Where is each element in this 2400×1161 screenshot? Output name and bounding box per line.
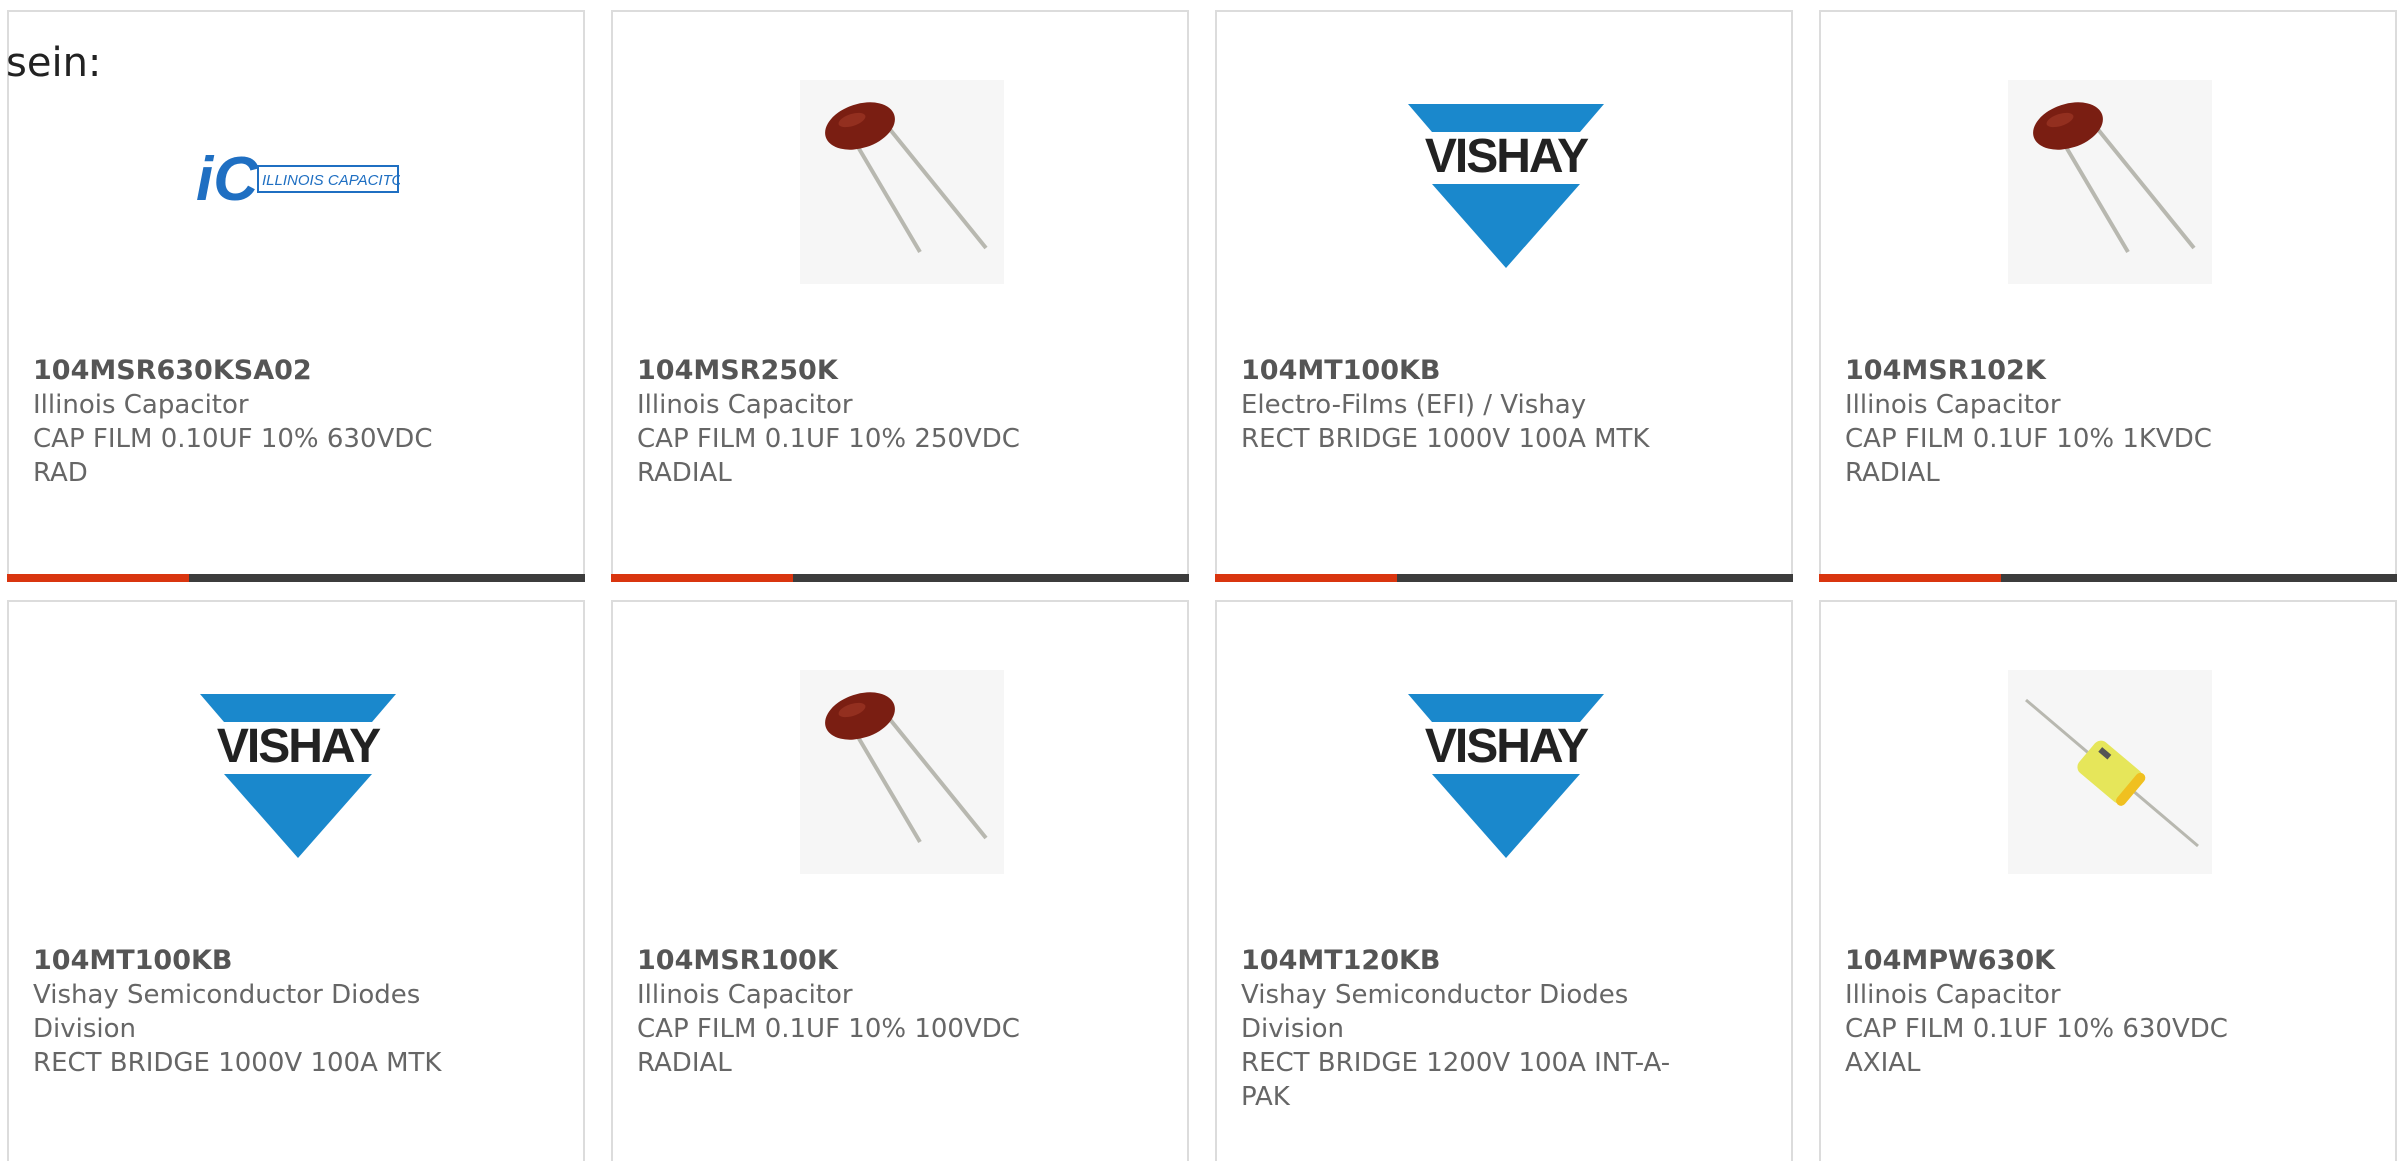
product-description: RECT BRIDGE 1200V 100A INT-A-PAK [1241,1048,1671,1112]
radial-capacitor-image [800,670,1004,874]
product-grid-page: sein: iC ILLINOIS CAPACITOR, INC. 104MSR… [0,0,2400,1161]
axial-capacitor-image [2008,670,2212,874]
product-description: CAP FILM 0.1UF 10% 250VDC RADIAL [637,424,1020,488]
part-number-link[interactable]: 104MSR100K [637,945,838,976]
product-card[interactable]: 104MSR250K Illinois Capacitor CAP FILM 0… [611,10,1189,582]
manufacturer-label: Electro-Films (EFI) / Vishay [1241,390,1587,420]
card-bottom-bar [7,574,585,582]
part-number-link[interactable]: 104MT120KB [1241,945,1441,976]
vishay-logo: VISHAY [1404,670,1608,874]
vishay-logo: VISHAY [1404,80,1608,284]
product-card[interactable]: VISHAY 104MT100KB Electro-Films (EFI) / … [1215,10,1793,582]
radial-capacitor-image [800,80,1004,284]
svg-text:iC: iC [196,145,259,214]
product-card[interactable]: VISHAY 104MT120KB Vishay Semiconductor D… [1215,600,1793,1161]
manufacturer-label: Illinois Capacitor [33,390,249,420]
product-description: RECT BRIDGE 1000V 100A MTK [33,1048,442,1078]
product-card[interactable]: 104MPW630K Illinois Capacitor CAP FILM 0… [1819,600,2397,1161]
product-card[interactable]: VISHAY 104MT100KB Vishay Semiconductor D… [7,600,585,1161]
manufacturer-label: Vishay Semiconductor Diodes Division [1241,980,1629,1044]
svg-text:VISHAY: VISHAY [217,720,381,773]
card-bottom-bar [611,574,1189,582]
illinois-capacitor-logo: iC ILLINOIS CAPACITOR, INC. [196,80,400,284]
card-accent-bar [7,574,189,582]
card-bottom-bar [1819,574,2397,582]
part-number-link[interactable]: 104MSR250K [637,355,838,386]
card-bottom-bar [1215,574,1793,582]
product-card[interactable]: 104MSR100K Illinois Capacitor CAP FILM 0… [611,600,1189,1161]
part-number-link[interactable]: 104MT100KB [1241,355,1441,386]
svg-text:VISHAY: VISHAY [1425,130,1589,183]
product-description: CAP FILM 0.10UF 10% 630VDC RAD [33,424,433,488]
part-number-link[interactable]: 104MSR630KSA02 [33,355,312,386]
card-accent-bar [611,574,793,582]
svg-text:ILLINOIS CAPACITOR, INC.: ILLINOIS CAPACITOR, INC. [262,172,400,189]
card-accent-bar [1215,574,1397,582]
product-description: CAP FILM 0.1UF 10% 630VDC AXIAL [1845,1014,2228,1078]
intro-text: sein: [6,40,102,86]
card-accent-bar [1819,574,2001,582]
product-description: CAP FILM 0.1UF 10% 100VDC RADIAL [637,1014,1020,1078]
manufacturer-label: Vishay Semiconductor Diodes Division [33,980,421,1044]
part-number-link[interactable]: 104MPW630K [1845,945,2055,976]
product-card[interactable]: iC ILLINOIS CAPACITOR, INC. 104MSR630KSA… [7,10,585,582]
manufacturer-label: Illinois Capacitor [637,980,853,1010]
manufacturer-label: Illinois Capacitor [1845,390,2061,420]
svg-text:VISHAY: VISHAY [1425,720,1589,773]
product-card[interactable]: 104MSR102K Illinois Capacitor CAP FILM 0… [1819,10,2397,582]
product-description: CAP FILM 0.1UF 10% 1KVDC RADIAL [1845,424,2212,488]
radial-capacitor-image [2008,80,2212,284]
vishay-logo: VISHAY [196,670,400,874]
manufacturer-label: Illinois Capacitor [637,390,853,420]
product-description: RECT BRIDGE 1000V 100A MTK [1241,424,1650,454]
manufacturer-label: Illinois Capacitor [1845,980,2061,1010]
part-number-link[interactable]: 104MT100KB [33,945,233,976]
part-number-link[interactable]: 104MSR102K [1845,355,2046,386]
